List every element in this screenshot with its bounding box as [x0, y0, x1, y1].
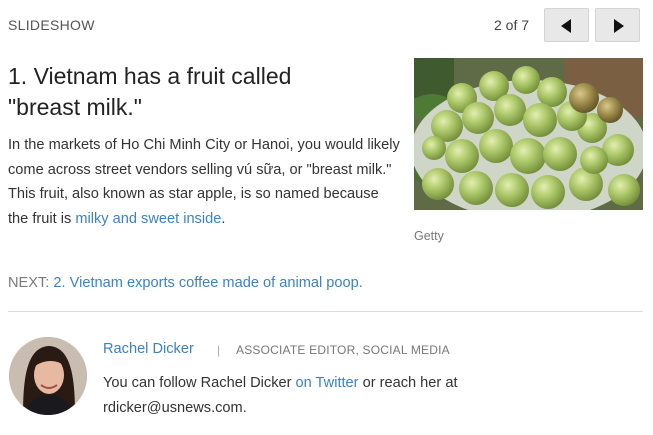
- next-label: NEXT:: [8, 275, 50, 291]
- next-slide-button[interactable]: [595, 8, 640, 42]
- next-slide-teaser: NEXT: 2. Vietnam exports coffee made of …: [8, 275, 363, 291]
- triangle-left-icon: [561, 19, 571, 33]
- author-bio: You can follow Rachel Dicker on Twitter …: [103, 371, 523, 421]
- divider: [8, 311, 643, 312]
- slide-headline: 1. Vietnam has a fruit called "breast mi…: [8, 61, 388, 123]
- author-title: ASSOCIATE EDITOR, SOCIAL MEDIA: [236, 343, 450, 357]
- next-slide-link[interactable]: 2. Vietnam exports coffee made of animal…: [53, 275, 362, 291]
- photo-credit: Getty: [414, 229, 444, 243]
- author-separator: |: [217, 343, 221, 357]
- triangle-right-icon: [614, 19, 624, 33]
- twitter-link[interactable]: on Twitter: [296, 375, 359, 391]
- slide-counter: 2 of 7: [494, 17, 530, 33]
- star-apple-photo: [414, 58, 643, 210]
- milky-sweet-link[interactable]: milky and sweet inside: [75, 211, 221, 227]
- author-portrait: [9, 337, 87, 415]
- headline-line-1: 1. Vietnam has a fruit called: [8, 63, 292, 89]
- author-avatar: [9, 337, 87, 415]
- fruit-pile-illustration: [414, 58, 643, 210]
- body-text-end: .: [221, 210, 226, 227]
- slideshow-label: SLIDESHOW: [8, 17, 95, 33]
- slide-body: In the markets of Ho Chi Minh City or Ha…: [8, 133, 400, 231]
- bio-text: You can follow Rachel Dicker: [103, 375, 296, 391]
- previous-slide-button[interactable]: [544, 8, 589, 42]
- author-name-link[interactable]: Rachel Dicker: [103, 341, 194, 357]
- headline-line-2: "breast milk.": [8, 94, 142, 120]
